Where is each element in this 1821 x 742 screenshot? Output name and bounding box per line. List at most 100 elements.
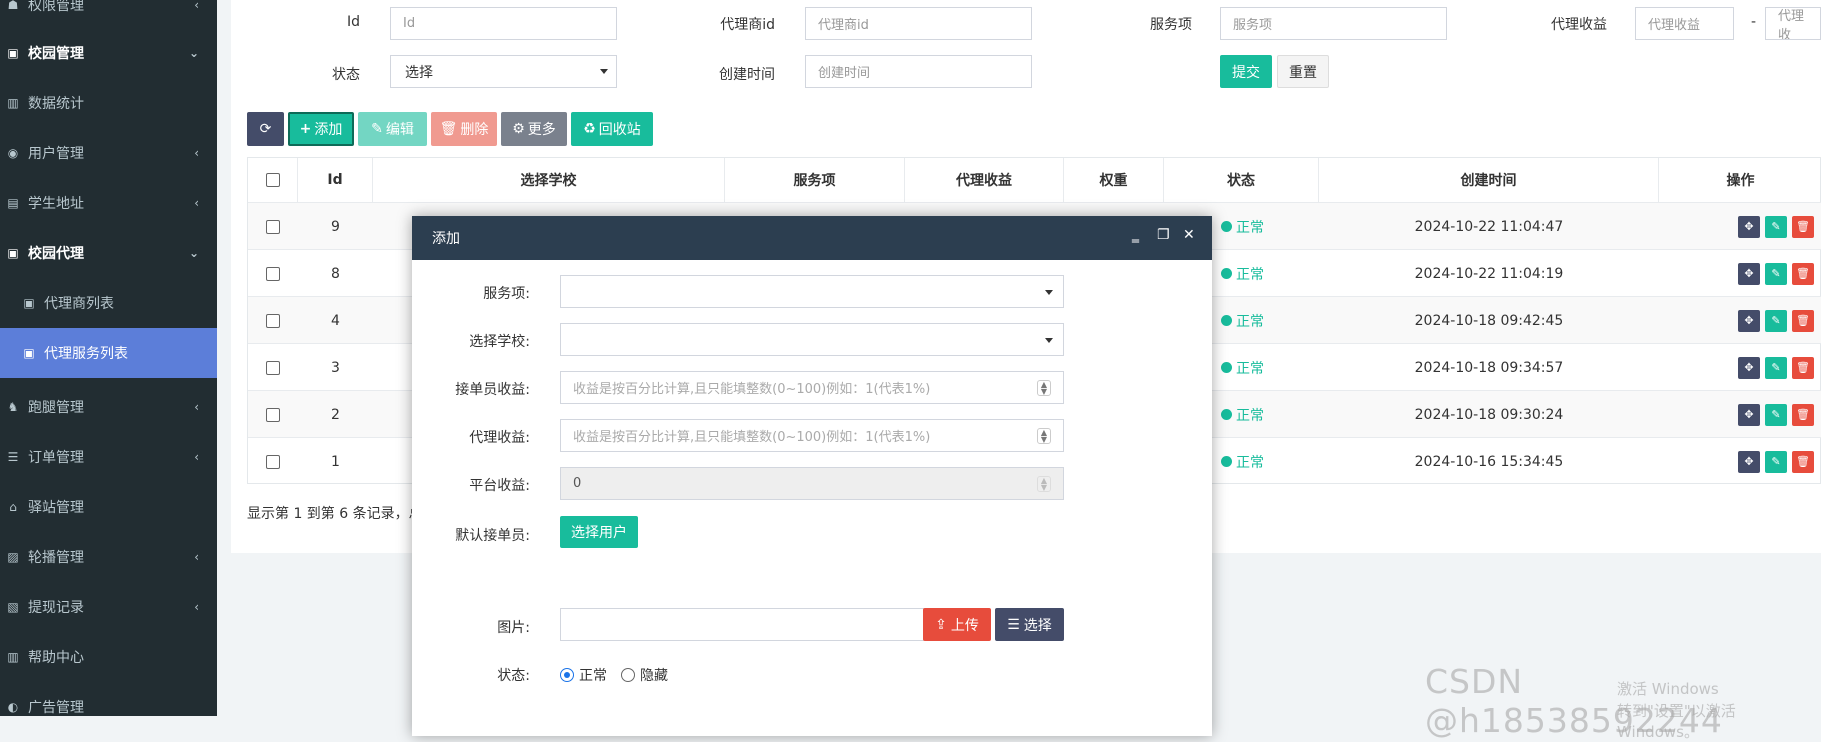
edit-icon[interactable]: ✎	[1765, 356, 1787, 379]
drag-icon[interactable]: ✥	[1738, 262, 1760, 285]
delete-icon[interactable]: 🗑	[1792, 262, 1814, 285]
sidebar-item-agent[interactable]: ▣ 校园代理 ⌄	[0, 228, 217, 278]
edit-icon[interactable]: ✎	[1765, 215, 1787, 238]
sidebar-item-ads[interactable]: ◐ 广告管理	[0, 682, 217, 732]
row-checkbox-cell[interactable]	[248, 344, 298, 391]
submit-button[interactable]: 提交	[1220, 55, 1272, 88]
sidebar-item-label: 代理商列表	[44, 296, 114, 312]
sidebar-item-permission[interactable]: ☗ 权限管理 ‹	[0, 0, 217, 30]
filter-id-input[interactable]: Id	[390, 7, 617, 40]
delete-icon[interactable]: 🗑	[1792, 215, 1814, 238]
sidebar-item-address[interactable]: ▤ 学生地址 ‹	[0, 178, 217, 228]
header-service[interactable]: 服务项	[725, 158, 905, 202]
filter-status-select[interactable]: 选择	[390, 55, 617, 88]
filter-service-input[interactable]: 服务项	[1220, 7, 1447, 40]
status-dot-icon	[1221, 315, 1232, 326]
delete-button[interactable]: 🗑 删除	[431, 112, 497, 146]
agent-income-label: 代理收益:	[469, 430, 530, 446]
reset-button[interactable]: 重置	[1277, 55, 1329, 88]
header-income[interactable]: 代理收益	[905, 158, 1064, 202]
row-checkbox[interactable]	[266, 266, 280, 281]
row-checkbox[interactable]	[266, 454, 280, 469]
header-weight[interactable]: 权重	[1064, 158, 1164, 202]
rider-income-input[interactable]: 收益是按百分比计算,且只能填整数(0~100)例如：1(代表1%) ▲ ▼	[560, 371, 1064, 404]
delete-icon[interactable]: 🗑	[1792, 309, 1814, 332]
row-checkbox-cell[interactable]	[248, 391, 298, 438]
filter-agent-id-input[interactable]: 代理商id	[805, 7, 1032, 40]
sidebar-item-station[interactable]: ⌂ 驿站管理	[0, 482, 217, 532]
sidebar-item-errand[interactable]: ♞ 跑腿管理 ‹	[0, 382, 217, 432]
edit-button[interactable]: ✎ 编辑	[358, 112, 427, 146]
status-dot-icon	[1221, 409, 1232, 420]
drag-icon[interactable]: ✥	[1738, 450, 1760, 473]
drag-icon[interactable]: ✥	[1738, 215, 1760, 238]
refresh-button[interactable]: ⟳	[247, 112, 284, 146]
delete-icon[interactable]: 🗑	[1792, 450, 1814, 473]
status-badge: 正常	[1221, 358, 1264, 378]
edit-icon[interactable]: ✎	[1765, 309, 1787, 332]
dialog-status-label: 状态:	[497, 668, 530, 684]
spinner-icon[interactable]: ▲ ▼	[1037, 428, 1051, 444]
status-hidden-radio[interactable]: 隐藏	[621, 665, 668, 685]
filter-income-min-input[interactable]: 代理收益	[1635, 7, 1734, 40]
more-label: 更多	[527, 122, 556, 138]
header-id[interactable]: Id	[298, 158, 373, 202]
filter-created-input[interactable]: 创建时间	[805, 55, 1032, 88]
add-button[interactable]: + 添加	[288, 112, 354, 146]
upload-label: 上传	[950, 617, 979, 634]
status-normal-radio[interactable]: 正常	[560, 665, 607, 685]
delete-icon[interactable]: 🗑	[1792, 403, 1814, 426]
maximize-icon[interactable]: ❐	[1157, 227, 1170, 243]
row-checkbox-cell[interactable]	[248, 203, 298, 250]
chevron-left-icon: ‹	[194, 196, 199, 210]
sidebar-item-help[interactable]: ▥ 帮助中心	[0, 632, 217, 682]
row-checkbox-cell[interactable]	[248, 438, 298, 485]
school-label: 选择学校:	[469, 334, 530, 350]
agent-income-input[interactable]: 收益是按百分比计算,且只能填整数(0~100)例如：1(代表1%) ▲ ▼	[560, 419, 1064, 452]
row-checkbox[interactable]	[266, 407, 280, 422]
row-actions: ✥ ✎ 🗑	[1659, 344, 1821, 391]
service-select[interactable]	[560, 275, 1064, 308]
sidebar-item-carousel[interactable]: ▨ 轮播管理 ‹	[0, 532, 217, 582]
close-icon[interactable]: ✕	[1183, 227, 1195, 243]
choose-button[interactable]: ☰ 选择	[995, 608, 1064, 641]
spinner-icon[interactable]: ▲ ▼	[1037, 380, 1051, 396]
header-created[interactable]: 创建时间	[1319, 158, 1659, 202]
filter-income-max-input[interactable]: 代理收	[1765, 7, 1821, 40]
edit-icon[interactable]: ✎	[1765, 450, 1787, 473]
row-status: 正常	[1236, 360, 1264, 377]
more-button[interactable]: ⚙ 更多	[501, 112, 567, 146]
sidebar-item-agent-service[interactable]: ▣ 代理服务列表	[0, 328, 217, 378]
sidebar-item-campus[interactable]: ▣ 校园管理 ⌄	[0, 28, 217, 78]
drag-icon[interactable]: ✥	[1738, 356, 1760, 379]
select-all-cell[interactable]	[248, 158, 298, 202]
bar-chart-icon: ▥	[7, 96, 19, 110]
row-checkbox[interactable]	[266, 219, 280, 234]
row-checkbox-cell[interactable]	[248, 297, 298, 344]
sidebar-item-withdraw[interactable]: ▧ 提现记录 ‹	[0, 582, 217, 632]
header-school[interactable]: 选择学校	[373, 158, 725, 202]
sidebar-item-orders[interactable]: ☰ 订单管理 ‹	[0, 432, 217, 482]
select-all-checkbox[interactable]	[265, 173, 280, 187]
select-user-button[interactable]: 选择用户	[560, 516, 638, 548]
radio-checked-icon	[560, 668, 574, 682]
sidebar-item-agent-list[interactable]: ▣ 代理商列表	[0, 278, 217, 328]
image-path-input[interactable]	[560, 608, 924, 641]
row-checkbox-cell[interactable]	[248, 250, 298, 297]
rider-income-label: 接单员收益:	[455, 382, 530, 398]
minimize-icon[interactable]: ‗	[1132, 227, 1139, 243]
trash-icon: 🗑	[439, 121, 458, 137]
delete-icon[interactable]: 🗑	[1792, 356, 1814, 379]
drag-icon[interactable]: ✥	[1738, 309, 1760, 332]
recycle-button[interactable]: ♻ 回收站	[571, 112, 653, 146]
sidebar-item-stats[interactable]: ▥ 数据统计	[0, 78, 217, 128]
edit-icon[interactable]: ✎	[1765, 262, 1787, 285]
edit-icon[interactable]: ✎	[1765, 403, 1787, 426]
sidebar-item-users[interactable]: ◉ 用户管理 ‹	[0, 128, 217, 178]
header-status[interactable]: 状态	[1164, 158, 1319, 202]
row-checkbox[interactable]	[266, 360, 280, 375]
upload-button[interactable]: ⇪ 上传	[923, 608, 991, 641]
school-select[interactable]	[560, 323, 1064, 356]
row-checkbox[interactable]	[266, 313, 280, 328]
drag-icon[interactable]: ✥	[1738, 403, 1760, 426]
